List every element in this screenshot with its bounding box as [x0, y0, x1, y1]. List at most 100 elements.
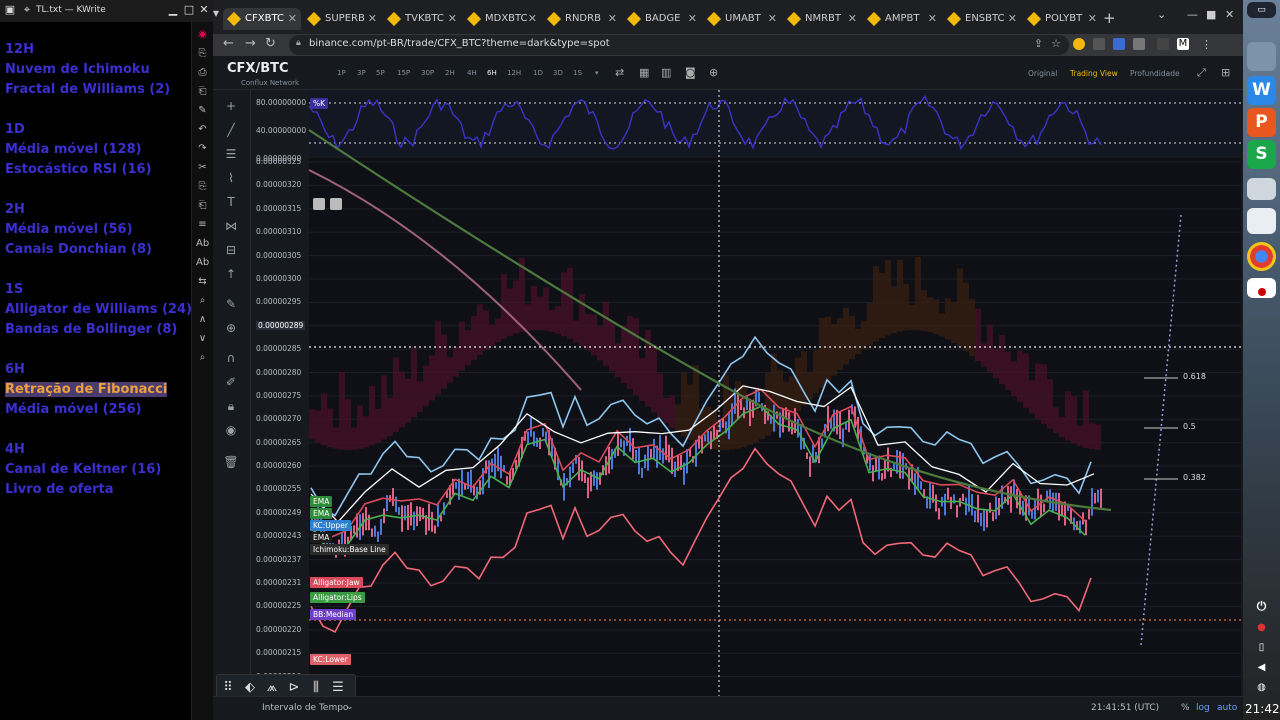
interval-12h[interactable]: 12H — [507, 69, 521, 77]
redo-icon[interactable]: ↷ — [196, 142, 209, 155]
fib-icon[interactable]: ☰ — [223, 146, 239, 162]
auto-toggle[interactable]: auto — [1217, 703, 1237, 713]
cut-icon[interactable]: ✂ — [196, 161, 209, 174]
text-line[interactable]: 12H — [5, 42, 34, 57]
pattern-tool-icon[interactable]: ⬖ — [241, 679, 259, 697]
tab-tvkbtc[interactable]: TVKBTC ✕ — [383, 8, 461, 30]
folder-icon[interactable] — [1247, 42, 1276, 71]
interval-1s[interactable]: 1S — [573, 69, 582, 77]
japan-flag-icon[interactable] — [1247, 278, 1276, 298]
extension-icon[interactable] — [1093, 38, 1105, 50]
text-line[interactable]: Estocástico RSI (16) — [5, 162, 152, 177]
interval-dropdown-icon[interactable]: ▾ — [595, 69, 599, 77]
measure-icon[interactable]: ⊟ — [223, 242, 239, 258]
screenshot-icon[interactable]: ◙ — [685, 66, 696, 79]
close-icon[interactable]: ✕ — [197, 3, 211, 17]
undo-icon[interactable]: ↶ — [196, 123, 209, 136]
pin-icon[interactable]: ⌖ — [20, 3, 34, 17]
tab-nmrbt[interactable]: NMRBT ✕ — [783, 8, 861, 30]
swap-icon[interactable]: ⇆ — [196, 275, 209, 288]
open-icon[interactable]: ⎙ — [196, 66, 209, 79]
share-icon[interactable]: ⇪ — [1034, 37, 1043, 50]
close-doc-icon[interactable]: ◉ — [196, 28, 209, 41]
text-line[interactable]: Bandas de Bollinger (8) — [5, 322, 177, 337]
trend-line-icon[interactable]: ╱ — [223, 122, 239, 138]
pair-subtitle[interactable]: Conflux Network — [241, 79, 299, 87]
text-line[interactable]: Fractal de Williams (2) — [5, 82, 170, 97]
tab-cfxbtc[interactable]: CFXBTC ✕ — [223, 8, 301, 30]
indicator-legend-tag[interactable]: BB:Median — [310, 609, 357, 620]
text-line[interactable]: Livro de oferta — [5, 482, 114, 497]
fullscreen-icon[interactable]: ⤢ — [1197, 66, 1206, 80]
desktop-icon[interactable]: ▭ — [1247, 2, 1276, 18]
brush-icon[interactable]: ⌇ — [223, 170, 239, 186]
chevron-down-icon[interactable]: ⌄ — [346, 702, 354, 712]
chrome-icon[interactable] — [1247, 242, 1276, 271]
arrow-icon[interactable]: ↑ — [223, 266, 239, 282]
interval-15p[interactable]: 15P — [397, 69, 410, 77]
view-profundidade[interactable]: Profundidade — [1130, 69, 1180, 78]
text-line[interactable]: Canais Donchian (8) — [5, 242, 152, 257]
tab-close-icon[interactable]: ✕ — [768, 8, 777, 30]
extension-binance-icon[interactable] — [1073, 38, 1085, 50]
text-line[interactable]: 1S — [5, 282, 23, 297]
system-clock[interactable]: 21:42 — [1245, 702, 1280, 716]
select-icon[interactable]: ≡ — [196, 218, 209, 231]
reload-icon[interactable]: ↻ — [265, 36, 276, 51]
profile-icon[interactable]: M — [1177, 38, 1189, 50]
extension-icon[interactable] — [1113, 38, 1125, 50]
lock-drawing-icon[interactable]: ✐ — [223, 374, 239, 390]
indicator-legend-tag[interactable]: Alligator:Lips — [310, 592, 365, 603]
replace-icon[interactable]: Ab — [196, 256, 209, 269]
forward-icon[interactable]: → — [245, 36, 256, 51]
star-icon[interactable]: ☆ — [1051, 37, 1061, 50]
text-line[interactable]: Média móvel (128) — [5, 142, 142, 157]
down-icon[interactable]: ∨ — [196, 332, 209, 345]
text-line[interactable]: 1D — [5, 122, 25, 137]
lock-icon[interactable]: 🔒︎ — [296, 38, 301, 48]
tab-mdxbtc[interactable]: MDXBTC ✕ — [463, 8, 541, 30]
wps-spreadsheet-icon[interactable]: S — [1247, 140, 1276, 169]
up-icon[interactable]: ∧ — [196, 313, 209, 326]
close-icon[interactable]: ✕ — [1225, 8, 1234, 21]
app-menu-icon[interactable]: ▣ — [3, 3, 17, 17]
tab-close-icon[interactable]: ✕ — [608, 8, 617, 30]
maximize-icon[interactable]: □ — [182, 3, 196, 17]
wps-presentation-icon[interactable]: P — [1247, 108, 1276, 137]
tab-badge[interactable]: BADGE ✕ — [623, 8, 701, 30]
indicator-legend-tag[interactable]: EMA — [310, 532, 333, 543]
candle-type-icon[interactable]: ▥ — [661, 66, 671, 79]
fib-tool-icon[interactable]: ☰ — [329, 679, 347, 697]
text-line[interactable]: Média móvel (256) — [5, 402, 142, 417]
eye-icon[interactable]: ◉ — [223, 422, 239, 438]
interval-5p[interactable]: 5P — [376, 69, 385, 77]
utc-time[interactable]: 21:41:51 (UTC) — [1091, 703, 1159, 713]
tab-menu-icon[interactable]: ⌄ — [1157, 8, 1166, 21]
interval-1d[interactable]: 1D — [533, 69, 543, 77]
indicators-icon[interactable]: ▦ — [639, 66, 649, 79]
tab-ensbtc[interactable]: ENSBTC ✕ — [943, 8, 1021, 30]
pattern-icon[interactable]: ⋈ — [223, 218, 239, 234]
zoom-in-icon[interactable]: ⊕ — [223, 320, 239, 336]
tab-close-icon[interactable]: ✕ — [1008, 8, 1017, 30]
save-as-icon[interactable]: ✎ — [196, 104, 209, 117]
search-icon[interactable]: ⌕ — [196, 351, 209, 364]
text-line[interactable]: 4H — [5, 442, 25, 457]
text-editor-icon[interactable] — [1247, 208, 1276, 234]
trash-icon[interactable]: 🗑︎ — [223, 454, 239, 470]
paste-icon[interactable]: ⎗ — [196, 199, 209, 212]
text-line[interactable]: Alligator de Williams (24) — [5, 302, 192, 317]
back-icon[interactable]: ← — [223, 36, 234, 51]
layout-icon[interactable]: ⊞ — [1221, 66, 1230, 79]
tab-rndrb[interactable]: RNDRB ✕ — [543, 8, 621, 30]
tab-umabt[interactable]: UMABT ✕ — [703, 8, 781, 30]
projection-tool-icon[interactable]: ⊳ — [285, 679, 303, 697]
interval-3p[interactable]: 3P — [357, 69, 366, 77]
interval-30p[interactable]: 30P — [421, 69, 434, 77]
log-toggle[interactable]: log — [1196, 703, 1210, 713]
tab-close-icon[interactable]: ✕ — [688, 8, 697, 30]
zoom-icon[interactable]: ⌕ — [196, 294, 209, 307]
tab-close-icon[interactable]: ✕ — [448, 8, 457, 30]
magnet-icon[interactable]: ∩ — [223, 350, 239, 366]
tab-ampbt[interactable]: AMPBT ✕ — [863, 8, 941, 30]
